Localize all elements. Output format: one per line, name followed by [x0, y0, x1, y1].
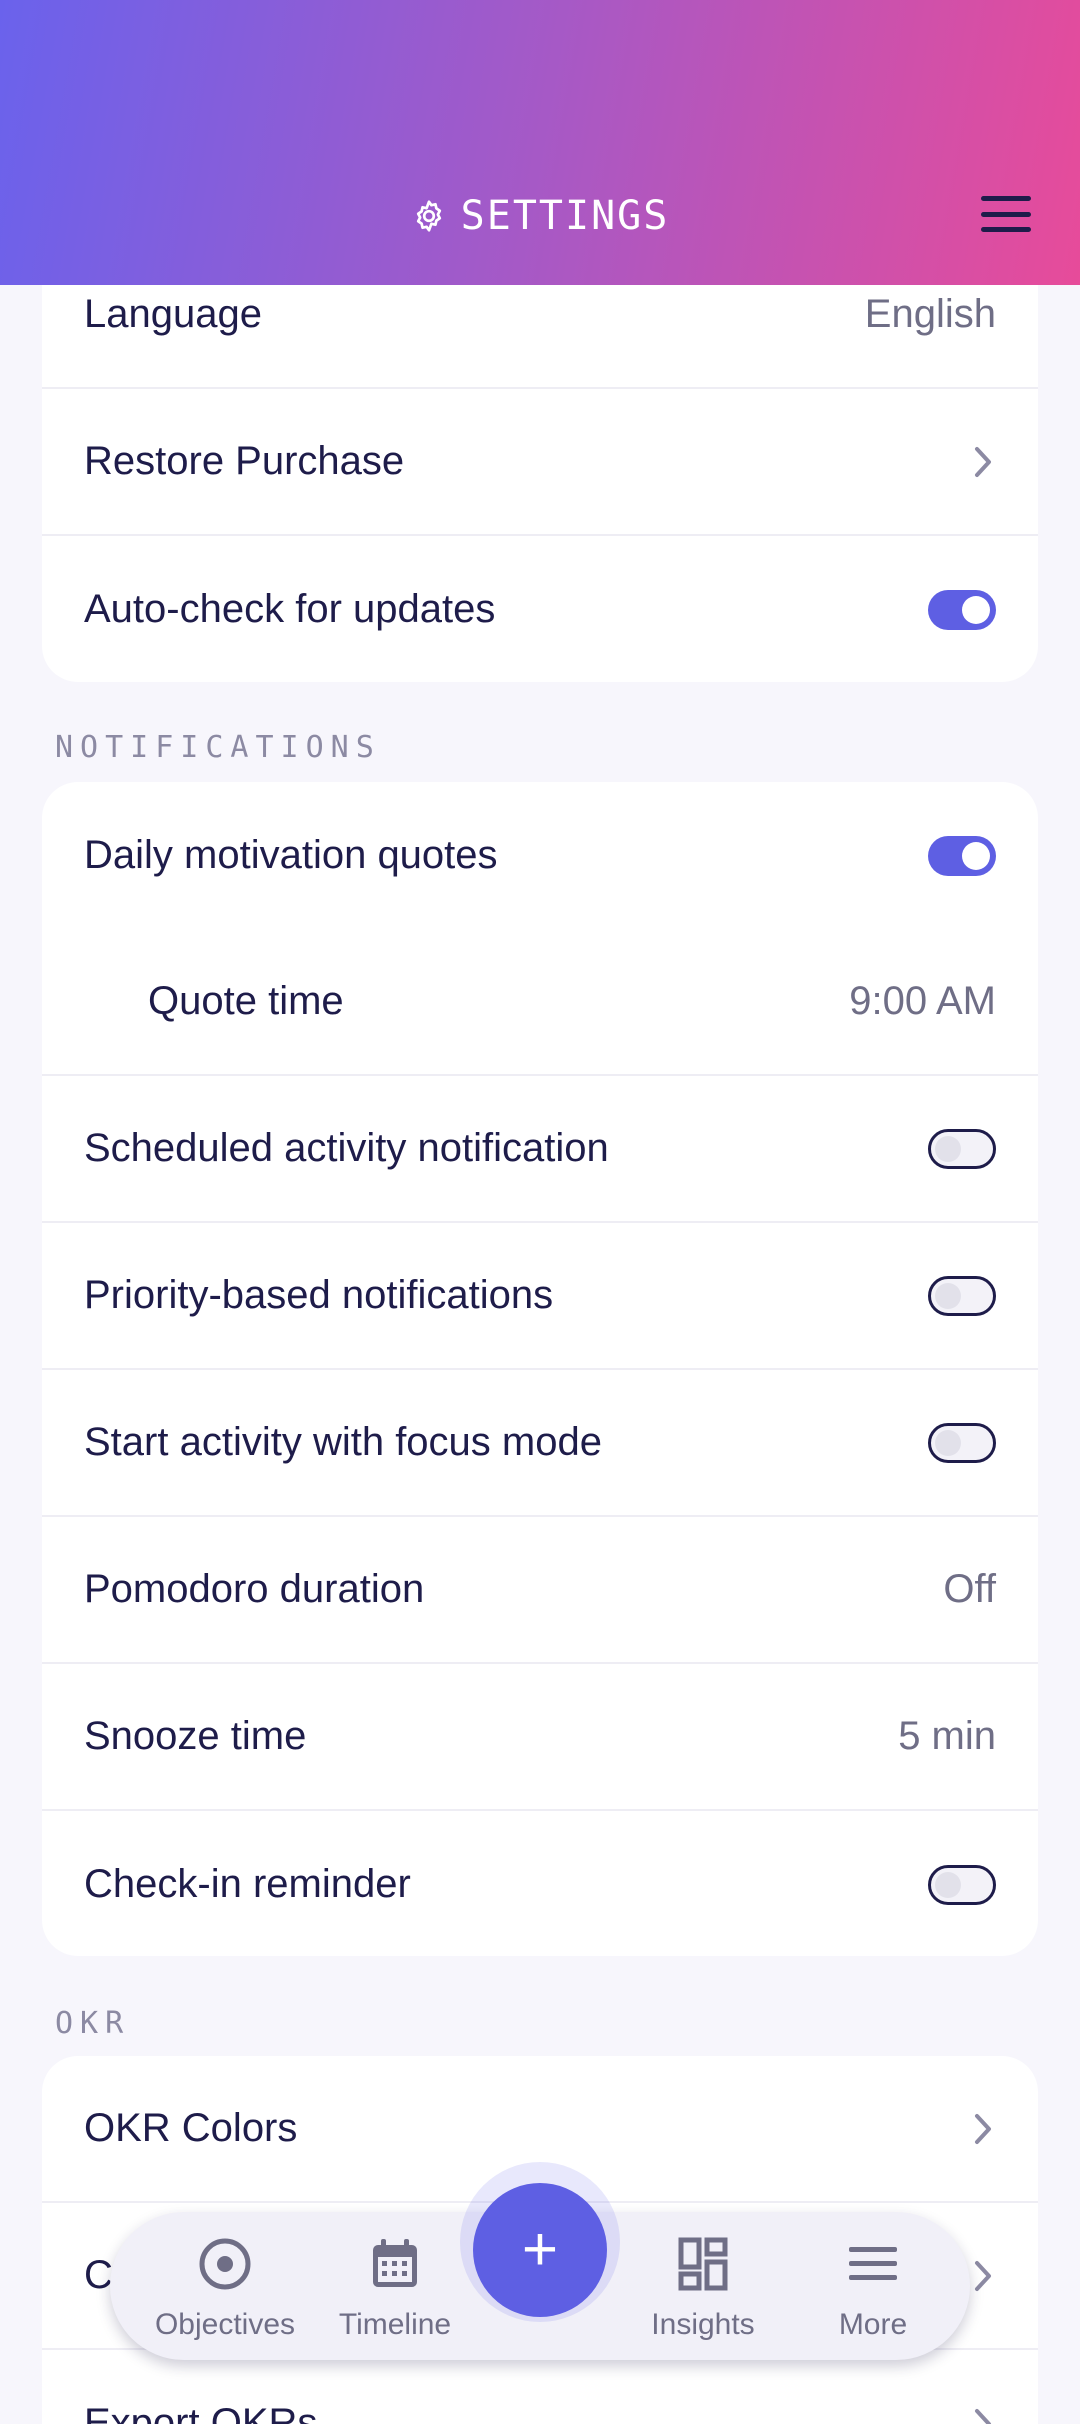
chevron-right-icon: [975, 446, 991, 477]
priority-notifications-label: Priority-based notifications: [84, 1273, 554, 1317]
restore-purchase-row[interactable]: Restore Purchase: [42, 389, 1038, 536]
scheduled-activity-toggle[interactable]: [928, 1128, 996, 1169]
page-title-text: SETTINGS: [460, 193, 670, 239]
okr-partial-label: C: [84, 2253, 113, 2297]
language-label: Language: [84, 292, 262, 336]
pomodoro-row[interactable]: Pomodoro duration Off: [42, 1517, 1038, 1664]
restore-purchase-label: Restore Purchase: [84, 439, 405, 483]
auto-check-label: Auto-check for updates: [84, 587, 496, 631]
nav-more-label: More: [838, 2308, 908, 2341]
nav-insights-label: Insights: [651, 2308, 755, 2341]
page-title: SETTINGS: [0, 188, 1080, 244]
snooze-row[interactable]: Snooze time 5 min: [42, 1664, 1038, 1811]
check-in-toggle[interactable]: [928, 1864, 996, 1905]
nav-objectives-label: Objectives: [154, 2308, 296, 2341]
scheduled-activity-label: Scheduled activity notification: [84, 1126, 609, 1170]
priority-notifications-row: Priority-based notifications: [42, 1223, 1038, 1370]
snooze-label: Snooze time: [84, 1714, 307, 1758]
chevron-right-icon: [975, 2113, 991, 2144]
nav-objectives[interactable]: Objectives: [140, 2212, 310, 2360]
quote-time-label: Quote time: [148, 979, 344, 1023]
auto-check-toggle[interactable]: [928, 589, 996, 630]
quote-time-value: 9:00 AM: [849, 979, 996, 1023]
check-in-row: Check-in reminder: [42, 1811, 1038, 1956]
hamburger-menu-icon[interactable]: [978, 190, 1034, 238]
focus-mode-toggle[interactable]: [928, 1422, 996, 1463]
snooze-value: 5 min: [898, 1714, 996, 1758]
nav-more[interactable]: More: [788, 2212, 958, 2360]
gear-icon: [416, 200, 441, 232]
more-menu-icon: [849, 2247, 897, 2280]
okr-section-label: OKR: [55, 2006, 131, 2041]
export-okrs-label: Export OKRs: [84, 2401, 318, 2424]
nav-timeline[interactable]: Timeline: [310, 2212, 480, 2360]
export-okrs-row[interactable]: Export OKRs: [42, 2350, 1038, 2424]
plus-icon: +: [521, 2215, 559, 2284]
focus-mode-label: Start activity with focus mode: [84, 1420, 602, 1464]
notifications-section-label: NOTIFICATIONS: [55, 730, 381, 765]
daily-quotes-row: Daily motivation quotes: [42, 782, 1038, 929]
daily-quotes-toggle[interactable]: [928, 835, 996, 876]
priority-notifications-toggle[interactable]: [928, 1275, 996, 1316]
scheduled-activity-row: Scheduled activity notification: [42, 1076, 1038, 1223]
calendar-icon: [373, 2239, 417, 2287]
okr-colors-label: OKR Colors: [84, 2106, 298, 2150]
daily-quotes-label: Daily motivation quotes: [84, 833, 498, 877]
dashboard-icon: [678, 2237, 728, 2291]
check-in-label: Check-in reminder: [84, 1862, 411, 1906]
app-header: SETTINGS: [0, 0, 1080, 285]
language-value: English: [864, 292, 996, 336]
nav-timeline-label: Timeline: [338, 2308, 452, 2341]
focus-mode-row: Start activity with focus mode: [42, 1370, 1038, 1517]
notifications-card: Daily motivation quotes Quote time 9:00 …: [42, 782, 1038, 1956]
quote-time-row[interactable]: Quote time 9:00 AM: [42, 929, 1038, 1076]
add-button[interactable]: +: [473, 2183, 607, 2317]
nav-insights[interactable]: Insights: [618, 2212, 788, 2360]
chevron-right-icon: [975, 2408, 991, 2424]
target-icon: [199, 2238, 251, 2290]
pomodoro-value: Off: [943, 1567, 996, 1611]
chevron-right-icon: [975, 2260, 991, 2291]
auto-check-row: Auto-check for updates: [42, 536, 1038, 682]
settings-scroll-area[interactable]: Language English Restore Purchase Auto-c…: [0, 0, 1080, 2424]
pomodoro-label: Pomodoro duration: [84, 1567, 425, 1611]
